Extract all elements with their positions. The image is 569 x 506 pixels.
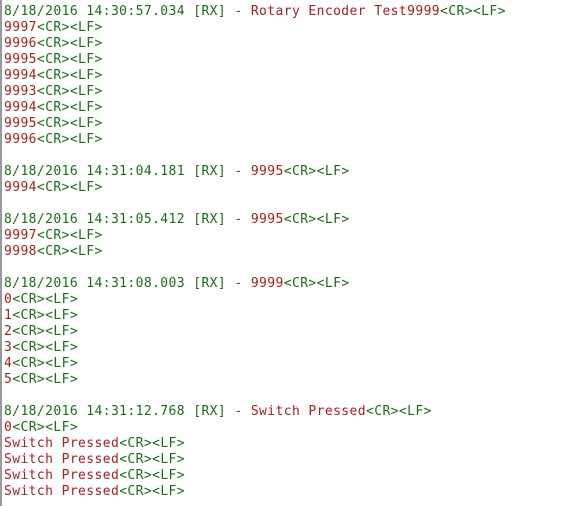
eol-marker: <CR><LF> [36, 132, 103, 147]
log-entry-header: 8/18/2016 14:31:12.768 [RX] - [4, 404, 251, 419]
eol-marker: <CR><LF> [440, 4, 506, 19]
eol-marker: <CR><LF> [12, 308, 79, 323]
eol-marker: <CR><LF> [12, 340, 79, 355]
eol-marker: <CR><LF> [36, 116, 103, 131]
log-line[interactable]: Switch Pressed<CR><LF> [4, 452, 569, 468]
log-line-spacer [4, 388, 569, 404]
eol-marker: <CR><LF> [12, 292, 79, 307]
log-payload: 2 [4, 324, 13, 339]
eol-marker: <CR><LF> [12, 324, 79, 339]
log-line[interactable]: 0<CR><LF> [4, 292, 569, 308]
log-line[interactable]: 9998<CR><LF> [4, 244, 569, 260]
eol-marker: <CR><LF> [36, 244, 103, 259]
log-payload: 9994 [4, 68, 37, 83]
log-line[interactable]: 9994<CR><LF> [4, 180, 569, 196]
eol-marker: <CR><LF> [283, 276, 350, 291]
log-payload: 9997 [4, 228, 37, 243]
log-entry-header: 8/18/2016 14:31:05.412 [RX] - [4, 212, 251, 227]
log-line[interactable]: 8/18/2016 14:31:05.412 [RX] - 9995<CR><L… [4, 212, 569, 228]
log-entry-header: 8/18/2016 14:30:57.034 [RX] - [4, 4, 251, 19]
eol-marker: <CR><LF> [119, 436, 186, 451]
log-payload: 0 [4, 420, 13, 435]
eol-marker: <CR><LF> [283, 212, 350, 227]
log-line-spacer [4, 148, 569, 164]
log-line[interactable]: 8/18/2016 14:31:08.003 [RX] - 9999<CR><L… [4, 276, 569, 292]
log-payload: 9995 [4, 52, 37, 67]
eol-marker: <CR><LF> [36, 100, 103, 115]
eol-marker: <CR><LF> [119, 452, 186, 467]
eol-marker: <CR><LF> [12, 420, 79, 435]
log-line[interactable]: 5<CR><LF> [4, 372, 569, 388]
eol-marker: <CR><LF> [283, 164, 350, 179]
log-payload: Switch Pressed [250, 404, 366, 419]
eol-marker: <CR><LF> [36, 36, 103, 51]
log-line[interactable]: 9994<CR><LF> [4, 68, 569, 84]
eol-marker: <CR><LF> [36, 84, 103, 99]
eol-marker: <CR><LF> [12, 356, 79, 371]
eol-marker: <CR><LF> [36, 180, 103, 195]
eol-marker: <CR><LF> [36, 228, 103, 243]
log-payload: 4 [4, 356, 13, 371]
eol-marker: <CR><LF> [36, 52, 103, 67]
eol-marker: <CR><LF> [366, 404, 432, 419]
log-payload: 9994 [4, 180, 37, 195]
eol-marker: <CR><LF> [12, 372, 79, 387]
log-payload: 3 [4, 340, 13, 355]
log-payload: 9994 [4, 100, 37, 115]
log-payload: 0 [4, 292, 13, 307]
eol-marker: <CR><LF> [119, 484, 186, 499]
log-line[interactable]: 1<CR><LF> [4, 308, 569, 324]
eol-marker: <CR><LF> [36, 68, 103, 83]
log-line[interactable]: 9994<CR><LF> [4, 100, 569, 116]
eol-marker: <CR><LF> [119, 468, 186, 483]
log-line[interactable]: 3<CR><LF> [4, 340, 569, 356]
log-line[interactable]: 9997<CR><LF> [4, 228, 569, 244]
serial-terminal-log[interactable]: 8/18/2016 14:30:57.034 [RX] - Rotary Enc… [0, 0, 569, 506]
eol-marker: <CR><LF> [36, 20, 103, 35]
log-payload: 5 [4, 372, 13, 387]
log-payload: Switch Pressed [4, 468, 120, 483]
log-payload: 9995 [4, 116, 37, 131]
log-line[interactable]: Switch Pressed<CR><LF> [4, 468, 569, 484]
log-payload: 9996 [4, 36, 37, 51]
log-line[interactable]: 9996<CR><LF> [4, 36, 569, 52]
log-payload: 1 [4, 308, 13, 323]
log-payload: 9995 [250, 212, 284, 227]
log-line-spacer [4, 260, 569, 276]
log-line[interactable]: 4<CR><LF> [4, 356, 569, 372]
log-payload: Rotary Encoder Test9999 [250, 4, 441, 19]
log-payload: 9995 [250, 164, 284, 179]
log-payload: 9999 [250, 276, 284, 291]
log-line[interactable]: Switch Pressed<CR><LF> [4, 436, 569, 452]
log-line-list: 8/18/2016 14:30:57.034 [RX] - Rotary Enc… [0, 0, 569, 500]
log-line-spacer [4, 196, 569, 212]
log-entry-header: 8/18/2016 14:31:08.003 [RX] - [4, 276, 251, 291]
log-payload: 9997 [4, 20, 37, 35]
log-payload: 9993 [4, 84, 37, 99]
log-line[interactable]: 9993<CR><LF> [4, 84, 569, 100]
log-line[interactable]: 9996<CR><LF> [4, 132, 569, 148]
log-line[interactable]: Switch Pressed<CR><LF> [4, 484, 569, 500]
log-line[interactable]: 9997<CR><LF> [4, 20, 569, 36]
log-line[interactable]: 9995<CR><LF> [4, 116, 569, 132]
log-line[interactable]: 0<CR><LF> [4, 420, 569, 436]
log-entry-header: 8/18/2016 14:31:04.181 [RX] - [4, 164, 251, 179]
log-line[interactable]: 8/18/2016 14:31:04.181 [RX] - 9995<CR><L… [4, 164, 569, 180]
log-line[interactable]: 9995<CR><LF> [4, 52, 569, 68]
log-line[interactable]: 2<CR><LF> [4, 324, 569, 340]
log-payload: Switch Pressed [4, 484, 120, 499]
log-payload: 9998 [4, 244, 37, 259]
log-line[interactable]: 8/18/2016 14:31:12.768 [RX] - Switch Pre… [4, 404, 569, 420]
log-payload: 9996 [4, 132, 37, 147]
log-line[interactable]: 8/18/2016 14:30:57.034 [RX] - Rotary Enc… [4, 4, 569, 20]
log-payload: Switch Pressed [4, 436, 120, 451]
log-payload: Switch Pressed [4, 452, 120, 467]
